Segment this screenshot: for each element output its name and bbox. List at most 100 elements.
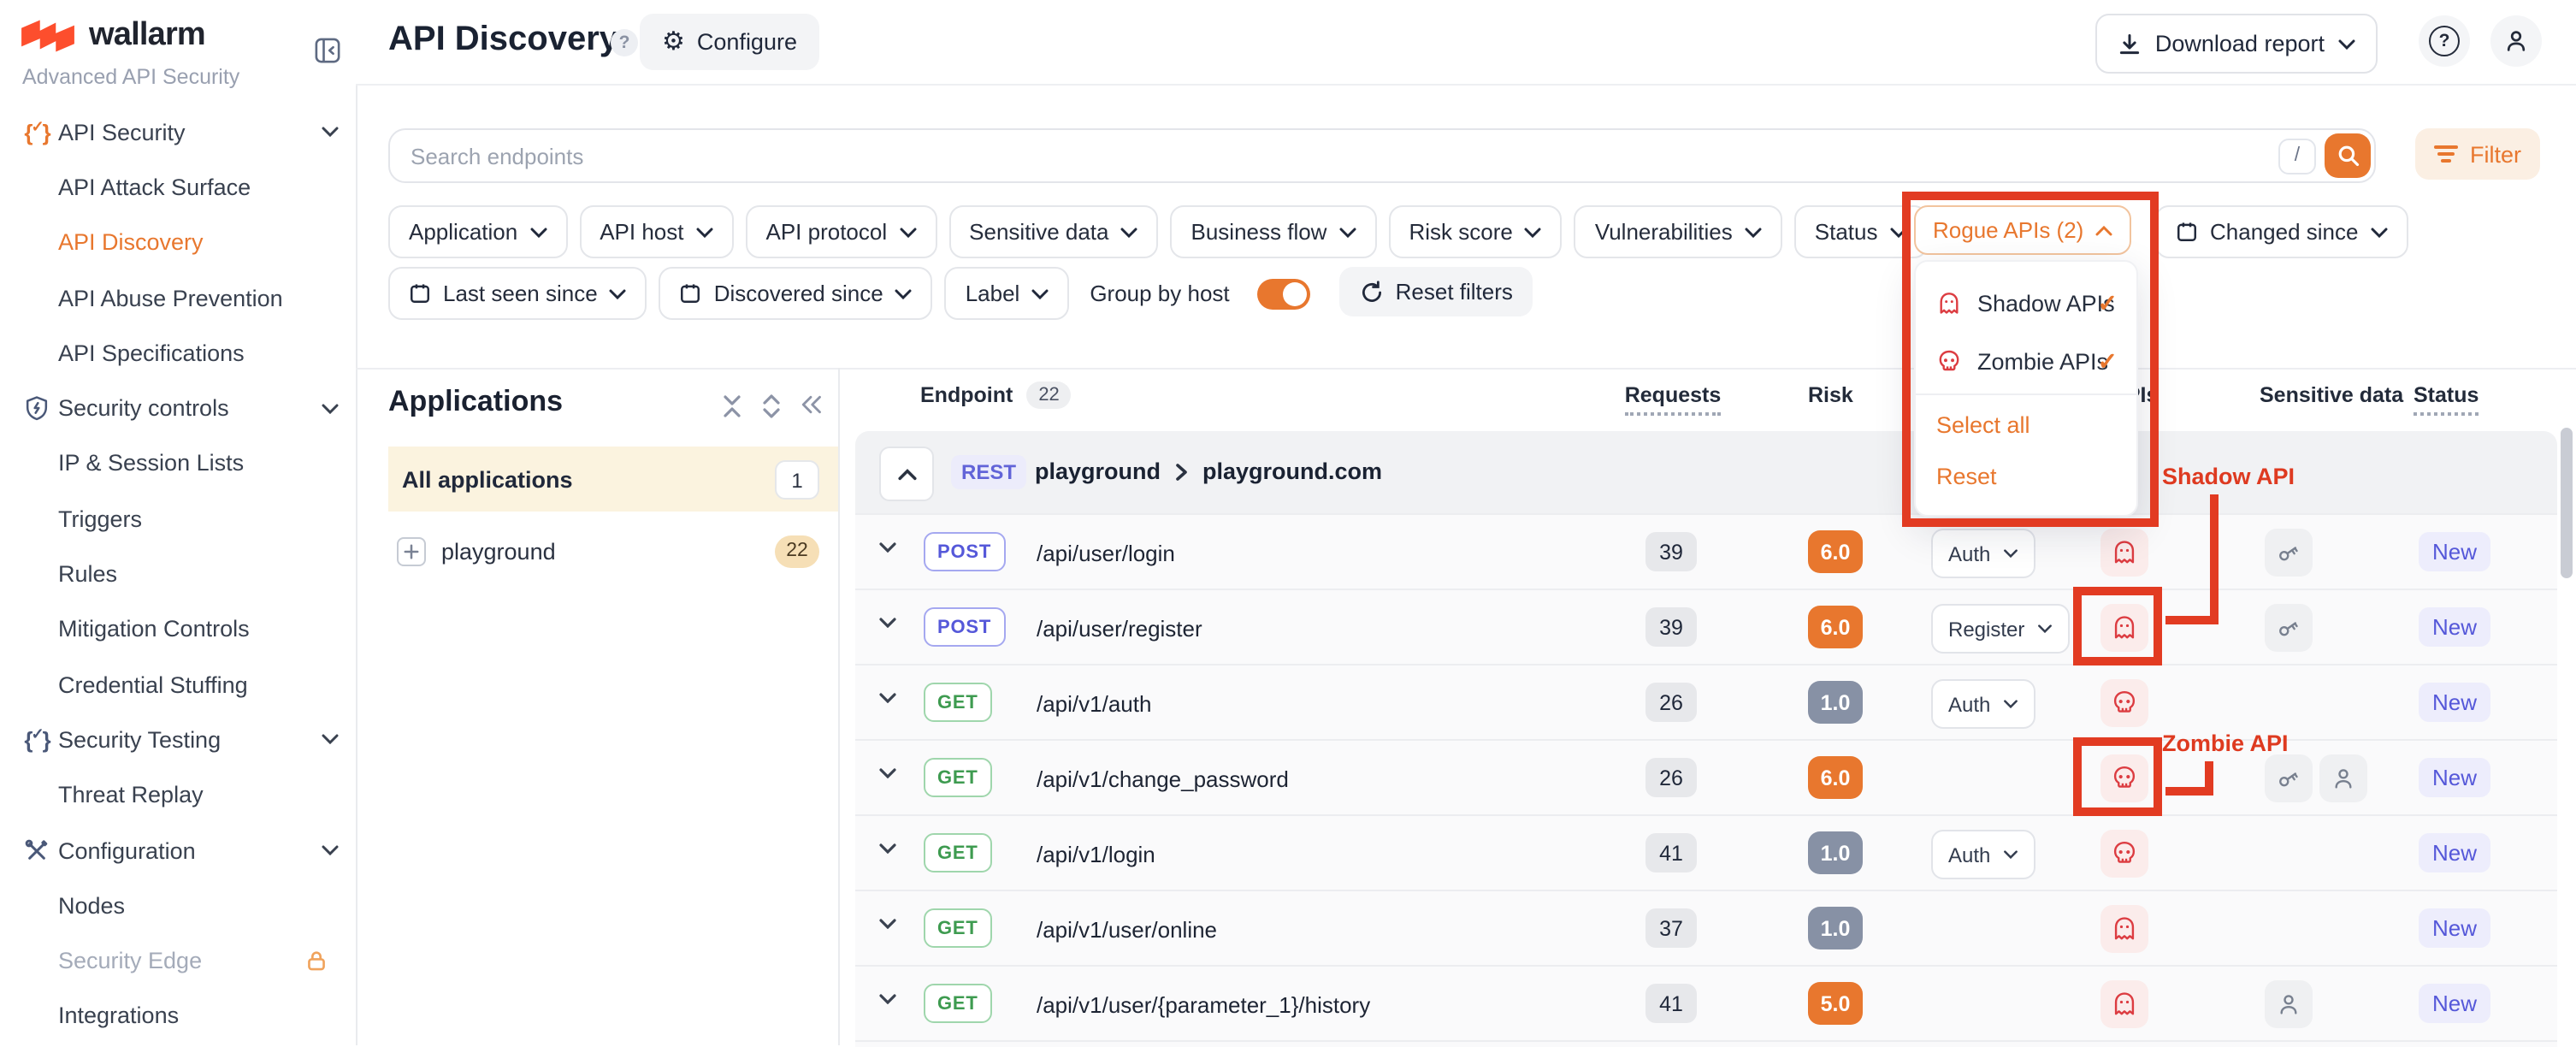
group-by-host-toggle[interactable] xyxy=(1257,278,1310,309)
auth-select[interactable]: Auth xyxy=(1931,529,2035,578)
sidebar-item-api-attack-surface[interactable]: API Attack Surface xyxy=(0,160,356,216)
chevron-down-icon xyxy=(1525,227,1542,237)
sidebar-item-threat-replay[interactable]: Threat Replay xyxy=(0,767,356,823)
endpoint-path[interactable]: /api/v1/login xyxy=(1037,842,1155,867)
sidebar-item-api-security[interactable]: {✓} API Security xyxy=(0,104,356,160)
filter-risk-score[interactable]: Risk score xyxy=(1388,205,1562,258)
sidebar-item-security-testing[interactable]: {✓} Security Testing xyxy=(0,713,356,768)
table-row[interactable]: POST /api/user/register 39 6.0 Register … xyxy=(855,589,2557,665)
search-input[interactable] xyxy=(390,143,2278,169)
sidebar-item-security-controls[interactable]: Security controls xyxy=(0,381,356,436)
endpoint-path[interactable]: /api/v1/change_password xyxy=(1037,766,1289,792)
method-badge: GET xyxy=(924,833,992,872)
collapse-panel-icon[interactable] xyxy=(799,393,823,419)
chevron-down-icon xyxy=(696,227,713,237)
requests-count: 41 xyxy=(1645,984,1697,1023)
sidebar-item-nodes[interactable]: Nodes xyxy=(0,878,356,933)
group-host-name[interactable]: playground.com xyxy=(1202,458,1382,484)
endpoint-path[interactable]: /api/v1/auth xyxy=(1037,691,1151,717)
filter-api-host[interactable]: API host xyxy=(579,205,733,258)
applications-panel-title: Applications xyxy=(388,385,563,419)
sidebar-item-mitigation-controls[interactable]: Mitigation Controls xyxy=(0,601,356,657)
sidebar-collapse-icon[interactable] xyxy=(315,38,340,63)
help-button[interactable]: ? xyxy=(2419,15,2470,67)
help-circle-icon[interactable]: ? xyxy=(611,29,638,56)
sidebar-item-api-abuse-prevention[interactable]: API Abuse Prevention xyxy=(0,270,356,326)
search-button[interactable] xyxy=(2325,133,2371,178)
auth-select[interactable]: Register xyxy=(1931,604,2069,654)
column-header-requests[interactable]: Requests xyxy=(1618,383,1728,407)
status-badge: New xyxy=(2419,683,2490,722)
sidebar-item-api-specifications[interactable]: API Specifications xyxy=(0,325,356,381)
sidebar-item-credential-stuffing[interactable]: Credential Stuffing xyxy=(0,657,356,713)
chevron-down-icon xyxy=(1121,227,1138,237)
sidebar-item-integrations[interactable]: Integrations xyxy=(0,989,356,1044)
filter-sensitive-data[interactable]: Sensitive data xyxy=(948,205,1158,258)
filter-vulnerabilities[interactable]: Vulnerabilities xyxy=(1575,205,1782,258)
endpoint-path[interactable]: /api/user/login xyxy=(1037,541,1175,566)
vertical-scrollbar[interactable] xyxy=(2561,428,2573,578)
auth-select[interactable]: Auth xyxy=(1931,679,2035,729)
column-header-status[interactable]: Status xyxy=(2414,383,2479,407)
filter-business-flow[interactable]: Business flow xyxy=(1171,205,1377,258)
application-endpoint-count: 22 xyxy=(775,535,819,567)
row-expand-icon[interactable] xyxy=(879,994,896,1004)
filter-application[interactable]: Application xyxy=(388,205,567,258)
lock-icon xyxy=(304,948,328,973)
sidebar-item-security-edge[interactable]: Security Edge xyxy=(0,933,356,989)
risk-score-badge: 5.0 xyxy=(1808,982,1863,1025)
row-expand-icon[interactable] xyxy=(879,693,896,703)
sidebar-item-triggers[interactable]: Triggers xyxy=(0,491,356,547)
sidebar-item-ip-session-lists[interactable]: IP & Session Lists xyxy=(0,436,356,492)
group-collapse-button[interactable] xyxy=(879,447,934,501)
table-row[interactable]: GET /api/v1/user/{parameter_1}/history 4… xyxy=(855,965,2557,1042)
applications-panel-actions xyxy=(720,393,823,419)
row-expand-icon[interactable] xyxy=(879,542,896,553)
expand-plus-icon[interactable] xyxy=(397,536,426,565)
filter-button[interactable]: Filter xyxy=(2415,128,2540,180)
sidebar-item-api-discovery[interactable]: API Discovery xyxy=(0,215,356,270)
table-row[interactable]: GET /api/v1/user/online 37 1.0 New xyxy=(855,890,2557,967)
row-expand-icon[interactable] xyxy=(879,843,896,854)
collapse-all-icon[interactable] xyxy=(720,393,744,419)
risk-score-badge: 1.0 xyxy=(1808,831,1863,874)
reset-icon xyxy=(1360,280,1384,304)
endpoint-path[interactable]: /api/user/register xyxy=(1037,616,1202,642)
group-app-name[interactable]: playground xyxy=(1035,458,1161,484)
endpoint-count-badge: 22 xyxy=(1026,382,1072,409)
app-window: wallarm Advanced API Security {✓} API Se… xyxy=(0,0,2576,1045)
table-row[interactable]: GET /api/v1/change_password 26 6.0 New xyxy=(855,739,2557,816)
chevron-down-icon xyxy=(2338,38,2355,49)
download-report-button[interactable]: Download report xyxy=(2095,14,2378,74)
host-group-header: REST playground playground.com xyxy=(855,431,2557,513)
row-expand-icon[interactable] xyxy=(879,768,896,778)
requests-count: 37 xyxy=(1645,908,1697,948)
filter-last-seen-since[interactable]: Last seen since xyxy=(388,267,647,320)
sidebar-item-rules[interactable]: Rules xyxy=(0,547,356,602)
application-item-playground[interactable]: playground 22 xyxy=(388,524,838,578)
all-applications-item[interactable]: All applications 1 xyxy=(388,447,838,512)
table-row[interactable]: GET /api/v1/login 41 1.0 Auth New xyxy=(855,814,2557,891)
chevron-down-icon xyxy=(610,288,627,299)
filter-discovered-since[interactable]: Discovered since xyxy=(659,267,933,320)
endpoint-path[interactable]: /api/v1/user/online xyxy=(1037,917,1217,943)
sidebar-item-configuration[interactable]: Configuration xyxy=(0,823,356,878)
endpoint-path[interactable]: /api/v1/user/{parameter_1}/history xyxy=(1037,992,1370,1018)
filter-api-protocol[interactable]: API protocol xyxy=(746,205,937,258)
filter-changed-since[interactable]: Changed since xyxy=(2155,205,2408,258)
filter-label[interactable]: Label xyxy=(945,267,1070,320)
expand-all-icon[interactable] xyxy=(759,393,783,419)
configure-button[interactable]: ⚙ Configure xyxy=(640,14,819,70)
auth-select[interactable]: Auth xyxy=(1931,830,2035,879)
annotation-shadow-api-label: Shadow API xyxy=(2162,464,2295,489)
gear-icon: ⚙ xyxy=(662,29,685,55)
row-expand-icon[interactable] xyxy=(879,919,896,929)
group-by-host-label: Group by host xyxy=(1090,267,1229,320)
user-menu-button[interactable] xyxy=(2490,15,2542,67)
chevron-down-icon xyxy=(322,127,339,137)
row-expand-icon[interactable] xyxy=(879,618,896,628)
table-row[interactable]: POST /api/user/login 39 6.0 Auth New xyxy=(855,513,2557,590)
table-row[interactable]: GET /api/v1/auth 26 1.0 Auth New xyxy=(855,664,2557,741)
reset-filters-button[interactable]: Reset filters xyxy=(1339,267,1533,316)
endpoints-table: Endpoint22 Requests Risk Auth Rogue APIs… xyxy=(855,368,2557,1045)
